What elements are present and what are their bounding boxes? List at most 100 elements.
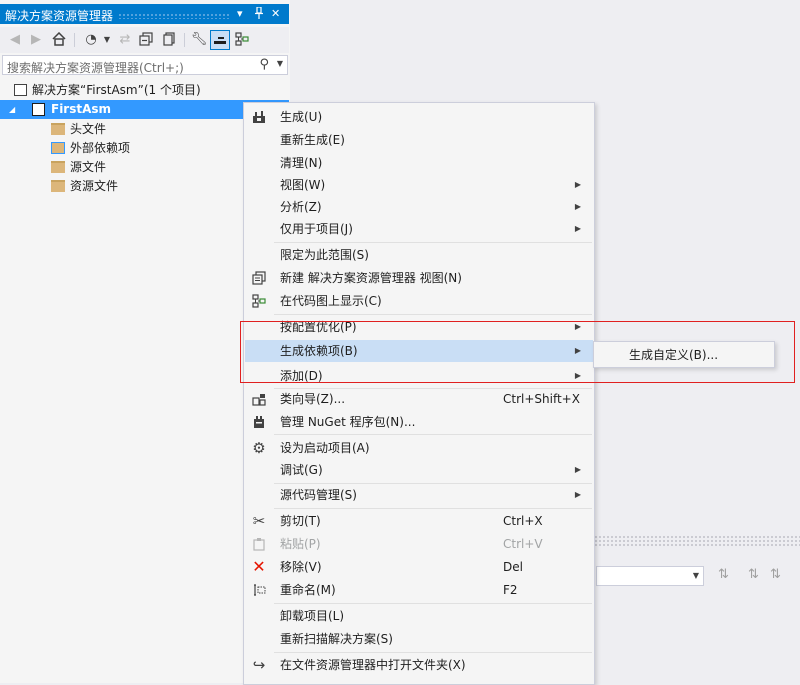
preview-selected-items-icon[interactable]	[210, 30, 230, 50]
sort-icon[interactable]: ⇅	[770, 567, 781, 582]
home-icon[interactable]	[50, 30, 68, 48]
panel-title-bar[interactable]: 解决方案资源管理器 ▾ ✕	[0, 4, 289, 24]
paste-icon	[251, 536, 267, 552]
submenu-arrow-icon: ▶	[574, 346, 581, 355]
class-wizard-icon	[251, 391, 267, 407]
search-box[interactable]: 搜索解决方案资源管理器(Ctrl+;) ⚲ ▼	[2, 55, 288, 75]
menu-separator	[274, 434, 592, 435]
menu-item-build[interactable]: 生成(U)	[245, 106, 593, 128]
pin-icon[interactable]	[254, 6, 264, 23]
code-map-icon	[251, 293, 267, 309]
submenu-arrow-icon: ▶	[574, 465, 581, 474]
rename-icon	[251, 582, 267, 598]
chevron-down-icon[interactable]: ▼	[98, 30, 116, 48]
menu-item-rescan-solution[interactable]: 重新扫描解决方案(S)	[245, 628, 593, 650]
submenu-arrow-icon: ▶	[574, 180, 581, 189]
menu-item-new-explorer-view[interactable]: 新建 解决方案资源管理器 视图(N)	[245, 267, 593, 289]
menu-item-source-control[interactable]: 源代码管理(S) ▶	[245, 484, 593, 506]
submenu-arrow-icon: ▶	[574, 322, 581, 331]
menu-item-build-customizations[interactable]: 生成自定义(B)...	[629, 346, 718, 363]
background-combo[interactable]: ▼	[596, 566, 704, 586]
menu-separator	[274, 652, 592, 653]
menu-item-manage-nuget[interactable]: 管理 NuGet 程序包(N)...	[245, 411, 593, 433]
tree-item-solution[interactable]: 解决方案“FirstAsm”(1 个项目)	[14, 81, 201, 100]
toolbar-separator	[74, 33, 75, 47]
close-icon[interactable]: ✕	[271, 7, 280, 21]
folder-label: 资源文件	[70, 179, 119, 193]
cpp-project-icon	[32, 103, 45, 116]
search-input[interactable]: 搜索解决方案资源管理器(Ctrl+;)	[7, 59, 184, 76]
folder-icon	[51, 180, 65, 192]
menu-item-scope-to-this[interactable]: 限定为此范围(S)	[245, 244, 593, 266]
sort-icon[interactable]: ⇅	[748, 567, 759, 582]
build-icon	[251, 109, 267, 125]
title-grip	[118, 13, 230, 19]
menu-item-paste: 粘贴(P) Ctrl+V	[245, 533, 593, 555]
expand-arrow-icon[interactable]: ◢	[9, 100, 15, 119]
tree-item-folder[interactable]: 源文件	[51, 158, 106, 177]
search-icon[interactable]: ⚲	[259, 57, 269, 72]
code-map-icon[interactable]	[233, 30, 251, 48]
external-dependencies-icon	[51, 142, 65, 154]
folder-label: 源文件	[70, 160, 107, 174]
scissors-icon: ✂	[252, 512, 266, 530]
menu-separator	[274, 508, 592, 509]
search-options-dropdown-icon[interactable]: ▼	[277, 59, 283, 68]
submenu-arrow-icon: ▶	[574, 224, 581, 233]
menu-item-project-only[interactable]: 仅用于项目(J) ▶	[245, 218, 593, 240]
context-menu: 生成(U) 重新生成(E) 清理(N) 视图(W) ▶ 分析(Z) ▶ 仅用于项目(…	[243, 102, 595, 685]
project-label: FirstAsm	[51, 102, 112, 116]
menu-item-debug[interactable]: 调试(G) ▶	[245, 459, 593, 481]
sync-icon[interactable]: ⇄	[116, 30, 134, 48]
tree-item-folder[interactable]: 资源文件	[51, 177, 118, 196]
menu-item-build-dependencies[interactable]: 生成依赖项(B) ▶	[245, 340, 593, 362]
collapse-all-icon[interactable]	[137, 30, 155, 48]
solution-label: 解决方案“FirstAsm”(1 个项目)	[32, 83, 201, 97]
folder-icon	[51, 123, 65, 135]
window-position-dropdown-icon[interactable]: ▾	[237, 7, 243, 21]
menu-item-class-wizard[interactable]: 类向导(Z)... Ctrl+Shift+X	[245, 388, 593, 410]
gear-icon: ⚙	[252, 439, 266, 457]
chevron-down-icon[interactable]: ▼	[693, 571, 699, 580]
folder-icon	[51, 161, 65, 173]
folder-label: 头文件	[70, 122, 107, 136]
properties-wrench-icon[interactable]: 🔧︎	[190, 30, 208, 48]
remove-icon: ✕	[252, 557, 266, 576]
open-folder-icon: ↪	[252, 656, 266, 674]
nuget-icon	[251, 414, 267, 430]
menu-item-clean[interactable]: 清理(N)	[245, 152, 593, 174]
menu-item-show-on-code-map[interactable]: 在代码图上显示(C)	[245, 290, 593, 312]
back-icon[interactable]: ◀	[6, 30, 24, 48]
menu-item-profile-guided-optimization[interactable]: 按配置优化(P) ▶	[245, 316, 593, 338]
panel-title: 解决方案资源管理器	[5, 9, 114, 23]
panel-toolbar: ◀ ▶ ◔ ▼ ⇄ 🔧︎	[0, 27, 289, 53]
menu-separator	[274, 314, 592, 315]
menu-item-view[interactable]: 视图(W) ▶	[245, 174, 593, 196]
toolbar-separator	[184, 33, 185, 47]
tree-item-folder[interactable]: 头文件	[51, 120, 106, 139]
menu-item-analyze[interactable]: 分析(Z) ▶	[245, 196, 593, 218]
menu-item-unload-project[interactable]: 卸载项目(L)	[245, 605, 593, 627]
menu-item-cut[interactable]: ✂ 剪切(T) Ctrl+X	[245, 510, 593, 532]
background-panel-grip	[594, 535, 800, 547]
tree-item-external-deps[interactable]: 外部依赖项	[51, 139, 130, 158]
background-panel	[594, 535, 800, 683]
submenu-arrow-icon: ▶	[574, 371, 581, 380]
build-dependencies-submenu: 生成自定义(B)...	[593, 341, 775, 368]
menu-item-rebuild[interactable]: 重新生成(E)	[245, 129, 593, 151]
menu-item-set-startup-project[interactable]: ⚙ 设为启动项目(A)	[245, 437, 593, 459]
menu-item-remove[interactable]: ✕ 移除(V) Del	[245, 556, 593, 578]
folder-label: 外部依赖项	[70, 141, 131, 155]
sort-icon[interactable]: ⇅	[718, 567, 729, 582]
submenu-arrow-icon: ▶	[574, 490, 581, 499]
forward-icon[interactable]: ▶	[27, 30, 45, 48]
solution-icon	[14, 84, 27, 96]
menu-separator	[274, 242, 592, 243]
menu-item-rename[interactable]: 重命名(M) F2	[245, 579, 593, 601]
menu-separator	[274, 603, 592, 604]
show-all-files-icon[interactable]	[160, 30, 178, 48]
new-view-icon	[251, 270, 267, 286]
menu-item-add[interactable]: 添加(D) ▶	[245, 365, 593, 387]
menu-item-open-in-file-explorer[interactable]: ↪ 在文件资源管理器中打开文件夹(X)	[245, 654, 593, 676]
submenu-arrow-icon: ▶	[574, 202, 581, 211]
